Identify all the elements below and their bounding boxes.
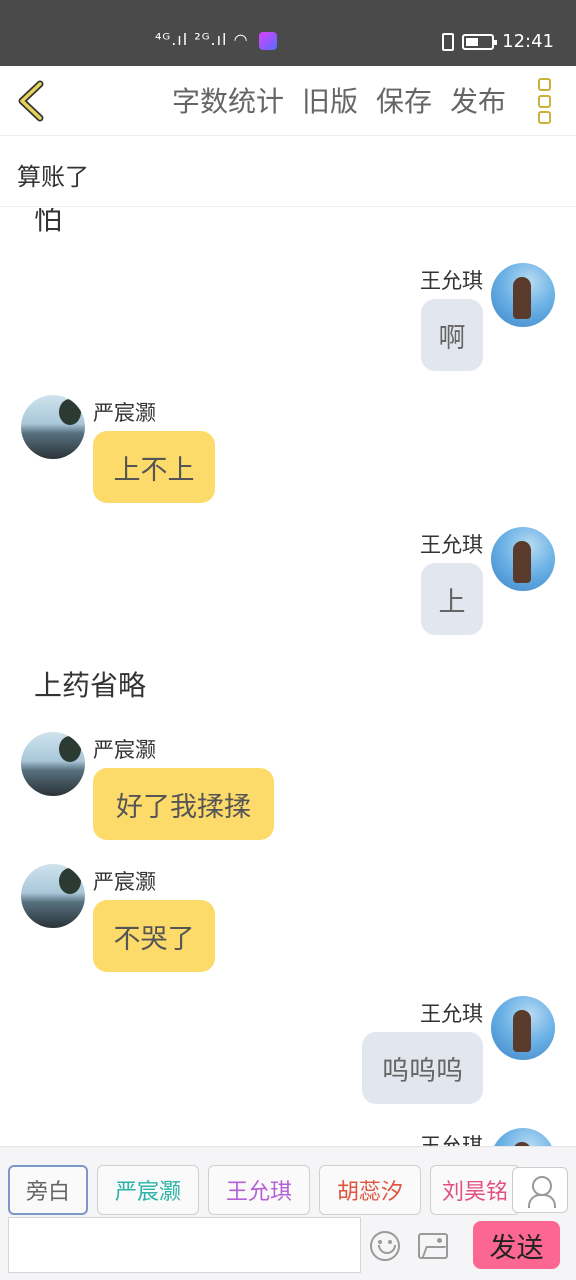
old-version-button[interactable]: 旧版 — [302, 80, 358, 120]
speaker-name: 王允琪 — [420, 1002, 483, 1026]
toolbar-actions: 字数统计 旧版 保存 发布 — [172, 80, 506, 120]
signal-icon: ⁴ᴳ.ıl ²ᴳ.ıl — [155, 30, 228, 49]
more-menu-button[interactable] — [538, 78, 554, 124]
avatar[interactable] — [491, 1128, 555, 1146]
role-chip[interactable]: 刘昊铭 — [430, 1165, 520, 1215]
avatar[interactable] — [21, 395, 85, 459]
speaker-name: 严宸灏 — [93, 738, 156, 762]
signal-icons: ⁴ᴳ.ıl ²ᴳ.ıl ◠ — [155, 30, 277, 50]
chapter-title-bar[interactable]: 算账了 — [0, 137, 576, 207]
top-toolbar: 字数统计 旧版 保存 发布 — [0, 66, 576, 136]
speaker-name: 严宸灏 — [93, 401, 156, 425]
avatar[interactable] — [21, 864, 85, 928]
vibrate-icon — [442, 32, 455, 51]
role-chip[interactable]: 王允琪 — [208, 1165, 310, 1215]
add-character-button[interactable] — [512, 1167, 568, 1213]
status-right: 12:41 — [442, 31, 554, 52]
image-icon[interactable] — [418, 1233, 448, 1259]
role-chip[interactable]: 严宸灏 — [97, 1165, 199, 1215]
avatar[interactable] — [21, 732, 85, 796]
more-dot-icon — [538, 78, 551, 91]
send-button[interactable]: 发送 — [473, 1221, 560, 1269]
speaker-name: 王允琪 — [420, 533, 483, 557]
publish-button[interactable]: 发布 — [450, 80, 506, 120]
chapter-title: 算账了 — [17, 163, 89, 191]
message-bubble[interactable]: 啊 — [421, 299, 483, 371]
back-button[interactable] — [10, 78, 54, 124]
narration-line[interactable]: 上药省略 — [34, 664, 146, 704]
role-selector: 旁白 严宸灏 王允琪 胡蕊汐 刘昊铭 — [8, 1165, 520, 1215]
speaker-name: 严宸灏 — [93, 870, 156, 894]
status-bar: ⁴ᴳ.ıl ²ᴳ.ıl ◠ 12:41 — [0, 0, 576, 66]
speaker-name: 王允琪 — [420, 269, 483, 293]
wifi-icon: ◠ — [233, 30, 249, 49]
save-button[interactable]: 保存 — [376, 80, 432, 120]
message-bubble[interactable]: 不哭了 — [93, 900, 215, 972]
avatar[interactable] — [491, 996, 555, 1060]
clock: 12:41 — [502, 31, 554, 52]
speaker-name: 王允琪 — [420, 1134, 483, 1146]
more-dot-icon — [538, 94, 551, 108]
message-input[interactable] — [8, 1217, 361, 1273]
compose-panel: 旁白 严宸灏 王允琪 胡蕊汐 刘昊铭 发送 — [0, 1146, 576, 1280]
message-bubble[interactable]: 好了我揉揉 — [93, 768, 274, 840]
role-chip[interactable]: 胡蕊汐 — [319, 1165, 421, 1215]
avatar[interactable] — [491, 527, 555, 591]
message-bubble[interactable]: 呜呜呜 — [362, 1032, 483, 1104]
more-dot-icon — [538, 111, 551, 124]
narration-line[interactable]: 怕 — [34, 208, 62, 238]
word-count-button[interactable]: 字数统计 — [172, 80, 284, 120]
video-app-icon — [258, 31, 277, 50]
role-chip-narrator[interactable]: 旁白 — [8, 1165, 88, 1215]
avatar[interactable] — [491, 263, 555, 327]
message-bubble[interactable]: 上不上 — [93, 431, 215, 503]
message-bubble[interactable]: 上 — [421, 563, 483, 635]
battery-icon — [462, 33, 498, 50]
chat-area[interactable]: 怕 王允琪 啊 严宸灏 上不上 王允琪 上 上药省略 严宸灏 好了我揉揉 严宸灏… — [0, 208, 576, 1146]
chevron-left-icon — [18, 80, 44, 122]
emoji-icon[interactable] — [370, 1231, 400, 1261]
